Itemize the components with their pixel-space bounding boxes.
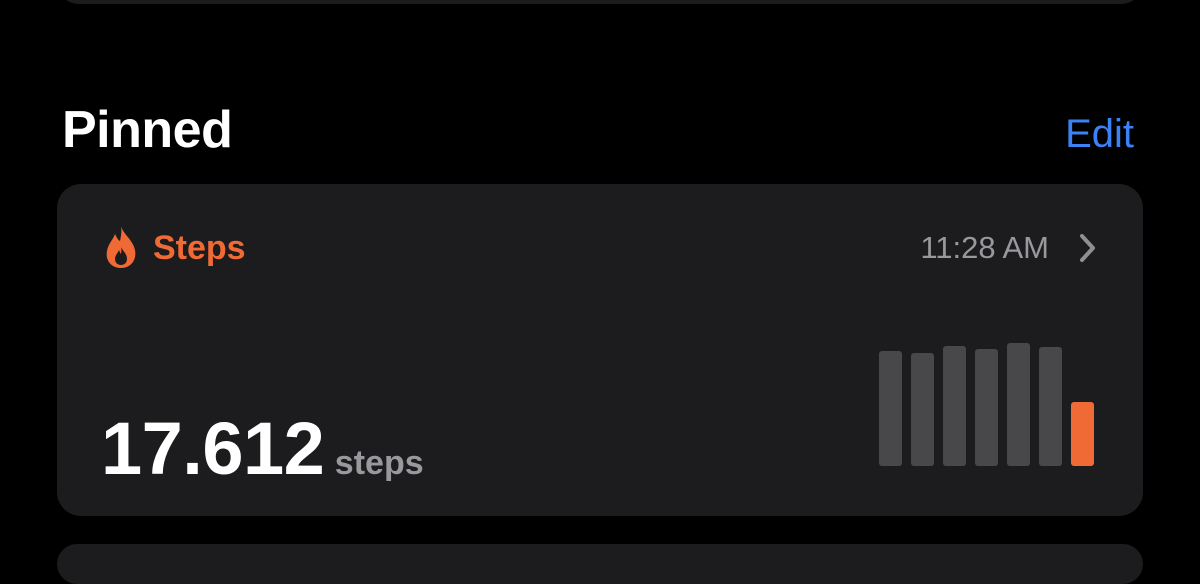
previous-card-edge	[57, 0, 1143, 4]
value-row: 17.612 steps	[101, 406, 424, 490]
pinned-section-header: Pinned Edit	[62, 98, 1138, 162]
chart-bar	[1039, 347, 1062, 466]
steps-card[interactable]: Steps 11:28 AM 17.612 steps	[57, 184, 1143, 516]
chart-bar	[975, 349, 998, 466]
metric-title: Steps	[153, 229, 246, 267]
chart-bar	[943, 346, 966, 466]
chart-bar	[879, 351, 902, 466]
timestamp: 11:28 AM	[920, 230, 1049, 265]
chart-bar	[1007, 343, 1030, 466]
chart-bar	[911, 353, 934, 466]
card-header: Steps 11:28 AM	[103, 222, 1099, 274]
steps-unit: steps	[334, 444, 424, 482]
steps-mini-chart	[879, 343, 1094, 466]
chevron-right-icon	[1080, 234, 1095, 262]
section-title: Pinned	[62, 101, 233, 159]
next-card-edge	[57, 544, 1143, 584]
flame-icon	[106, 226, 136, 268]
chart-bar-current	[1071, 402, 1094, 466]
steps-value: 17.612	[101, 407, 325, 490]
edit-button[interactable]: Edit	[1065, 104, 1134, 164]
